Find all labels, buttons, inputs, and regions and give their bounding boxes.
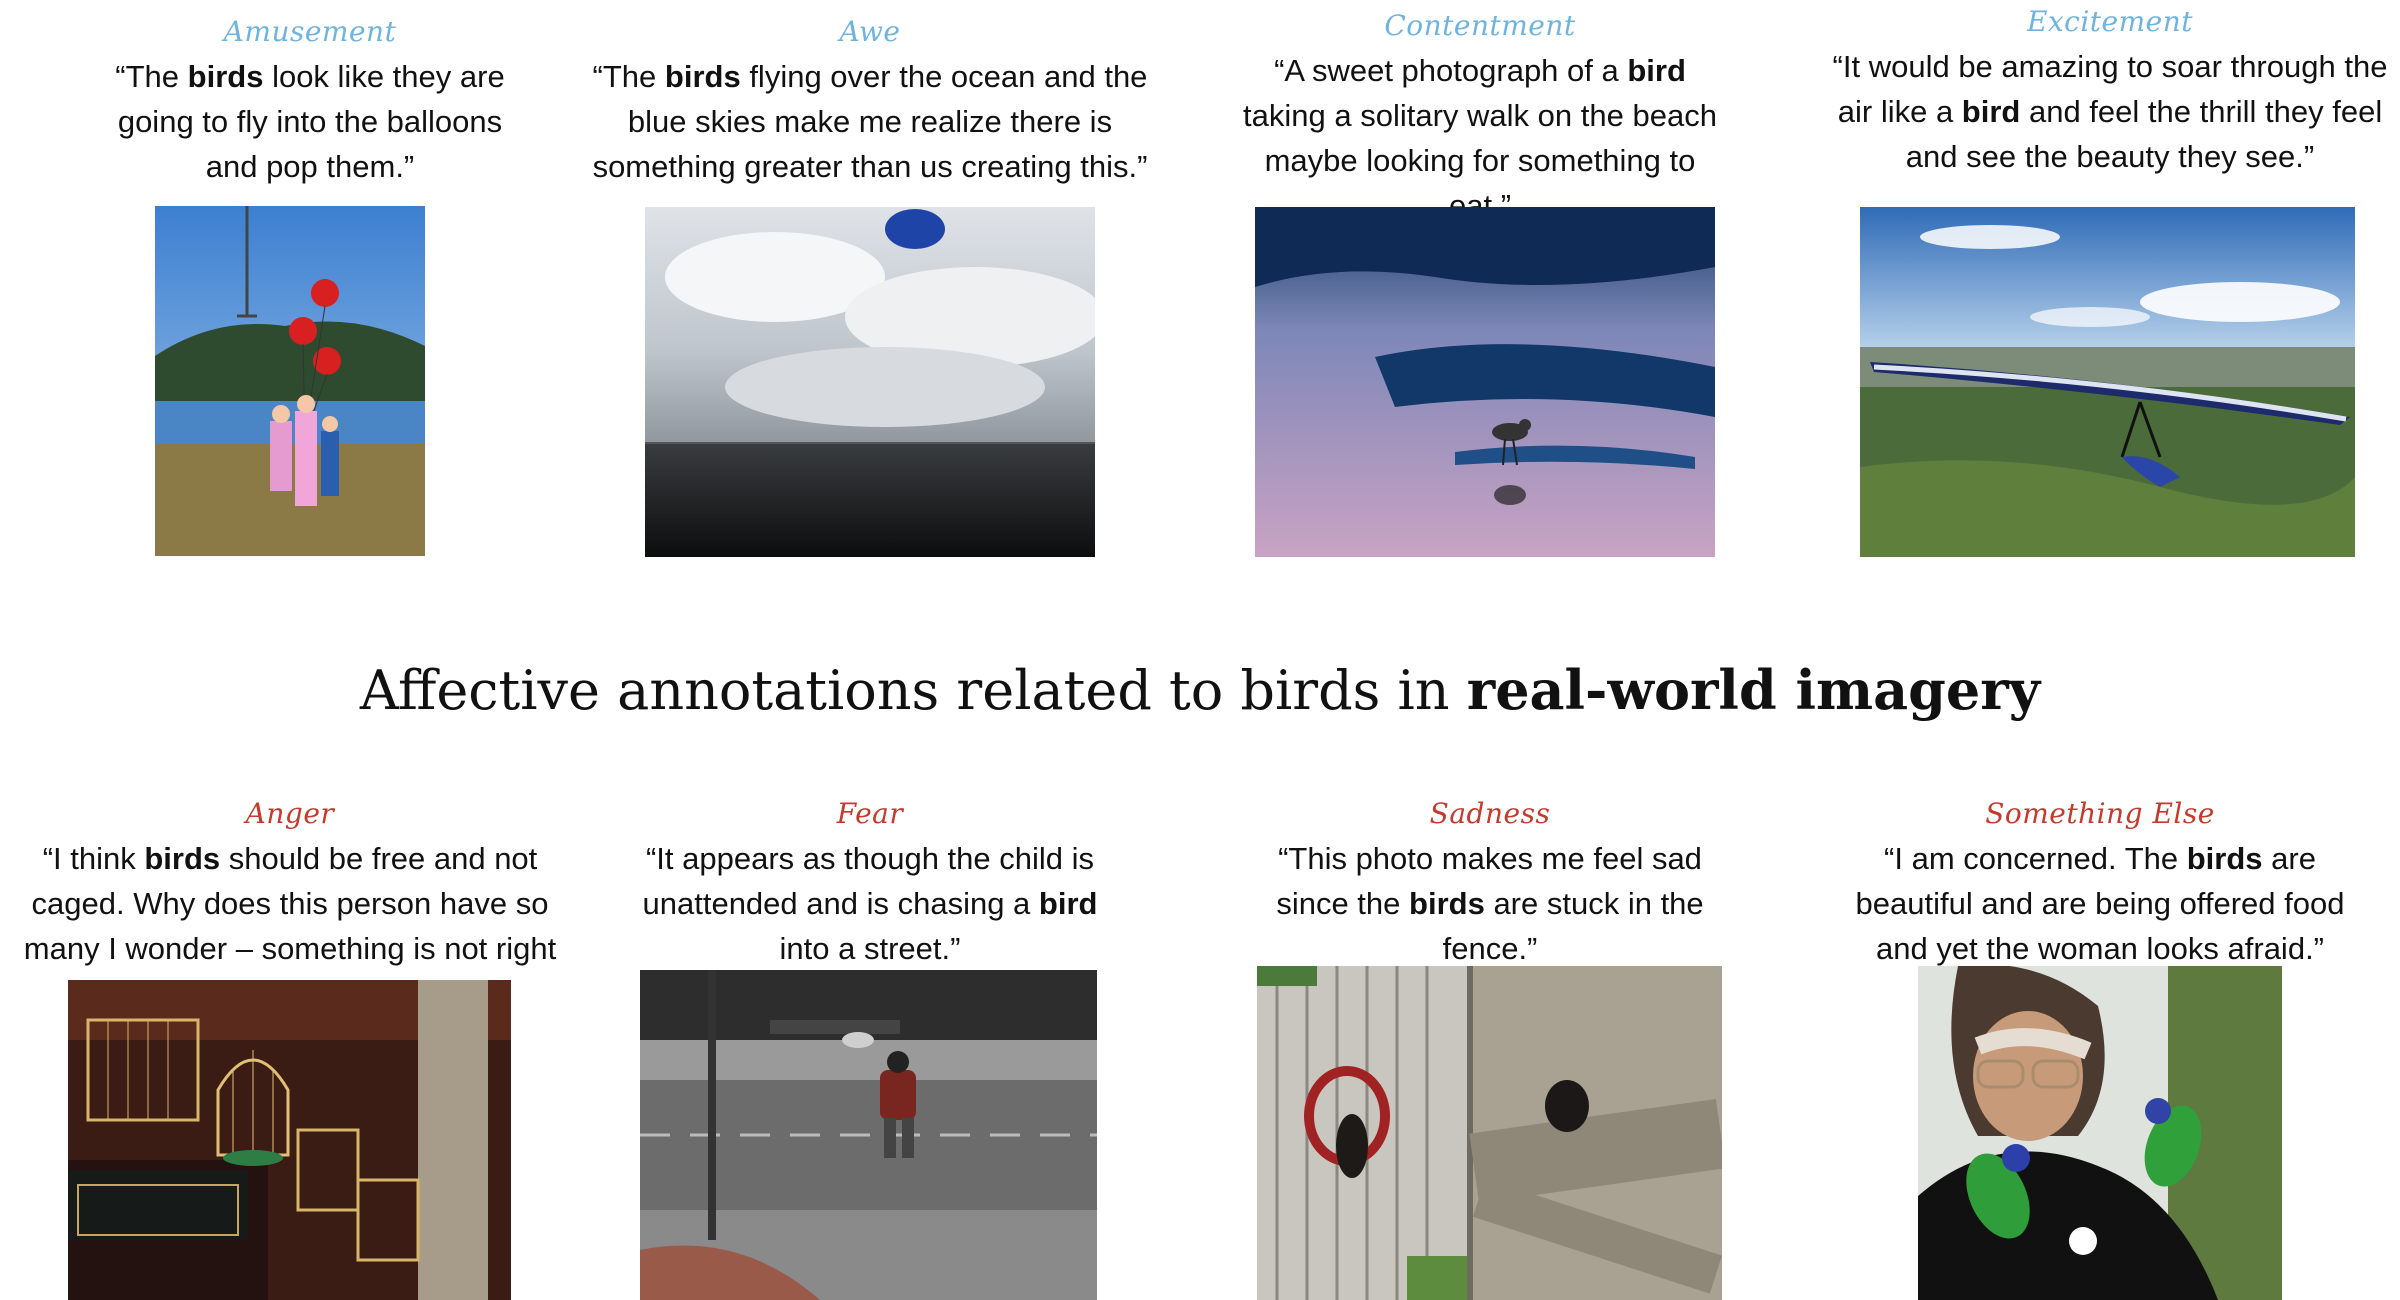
section-headline: Affective annotations related to birds i… — [359, 658, 2041, 722]
annotation-quote: “The birds look like they are going to f… — [115, 59, 505, 184]
emotion-label: Fear — [836, 797, 904, 830]
annotation-fear: Fear “It appears as though the child is … — [620, 796, 1120, 971]
annotation-awe: Awe “The birds flying over the ocean and… — [580, 14, 1160, 189]
annotation-quote: “It would be amazing to soar through the… — [1832, 49, 2388, 174]
annotation-excitement: Excitement “It would be amazing to soar … — [1830, 4, 2390, 179]
emotion-label: Contentment — [1384, 9, 1576, 42]
annotation-quote: “The birds flying over the ocean and the… — [592, 59, 1148, 184]
photo-child-street — [640, 970, 1097, 1300]
emotion-label: Something Else — [1985, 797, 2215, 830]
annotation-quote: “This photo makes me feel sad since the … — [1276, 841, 1704, 966]
emotion-label: Amusement — [223, 15, 397, 48]
annotation-quote: “I am concerned. The birds are beautiful… — [1855, 841, 2345, 966]
annotation-quote: “It appears as though the child is unatt… — [642, 841, 1098, 966]
emotion-label: Excitement — [2026, 5, 2194, 38]
photo-balloons-children — [155, 206, 425, 556]
emotion-label: Anger — [245, 797, 335, 830]
photo-clouds-ocean — [645, 207, 1095, 557]
photo-bird-cages — [68, 980, 511, 1300]
annotation-amusement: Amusement “The birds look like they are … — [100, 14, 520, 189]
photo-sandpiper-beach — [1255, 207, 1715, 557]
emotion-label: Awe — [839, 15, 901, 48]
emotion-label: Sadness — [1429, 797, 1551, 830]
annotation-something-else: Something Else “I am concerned. The bird… — [1840, 796, 2360, 971]
photo-birds-fence — [1257, 966, 1722, 1300]
annotation-sadness: Sadness “This photo makes me feel sad si… — [1260, 796, 1720, 971]
annotation-contentment: Contentment “A sweet photograph of a bir… — [1230, 8, 1730, 228]
photo-woman-lorikeets — [1918, 966, 2282, 1300]
annotation-quote: “A sweet photograph of a bird taking a s… — [1243, 53, 1717, 223]
photo-hang-glider — [1860, 207, 2355, 557]
